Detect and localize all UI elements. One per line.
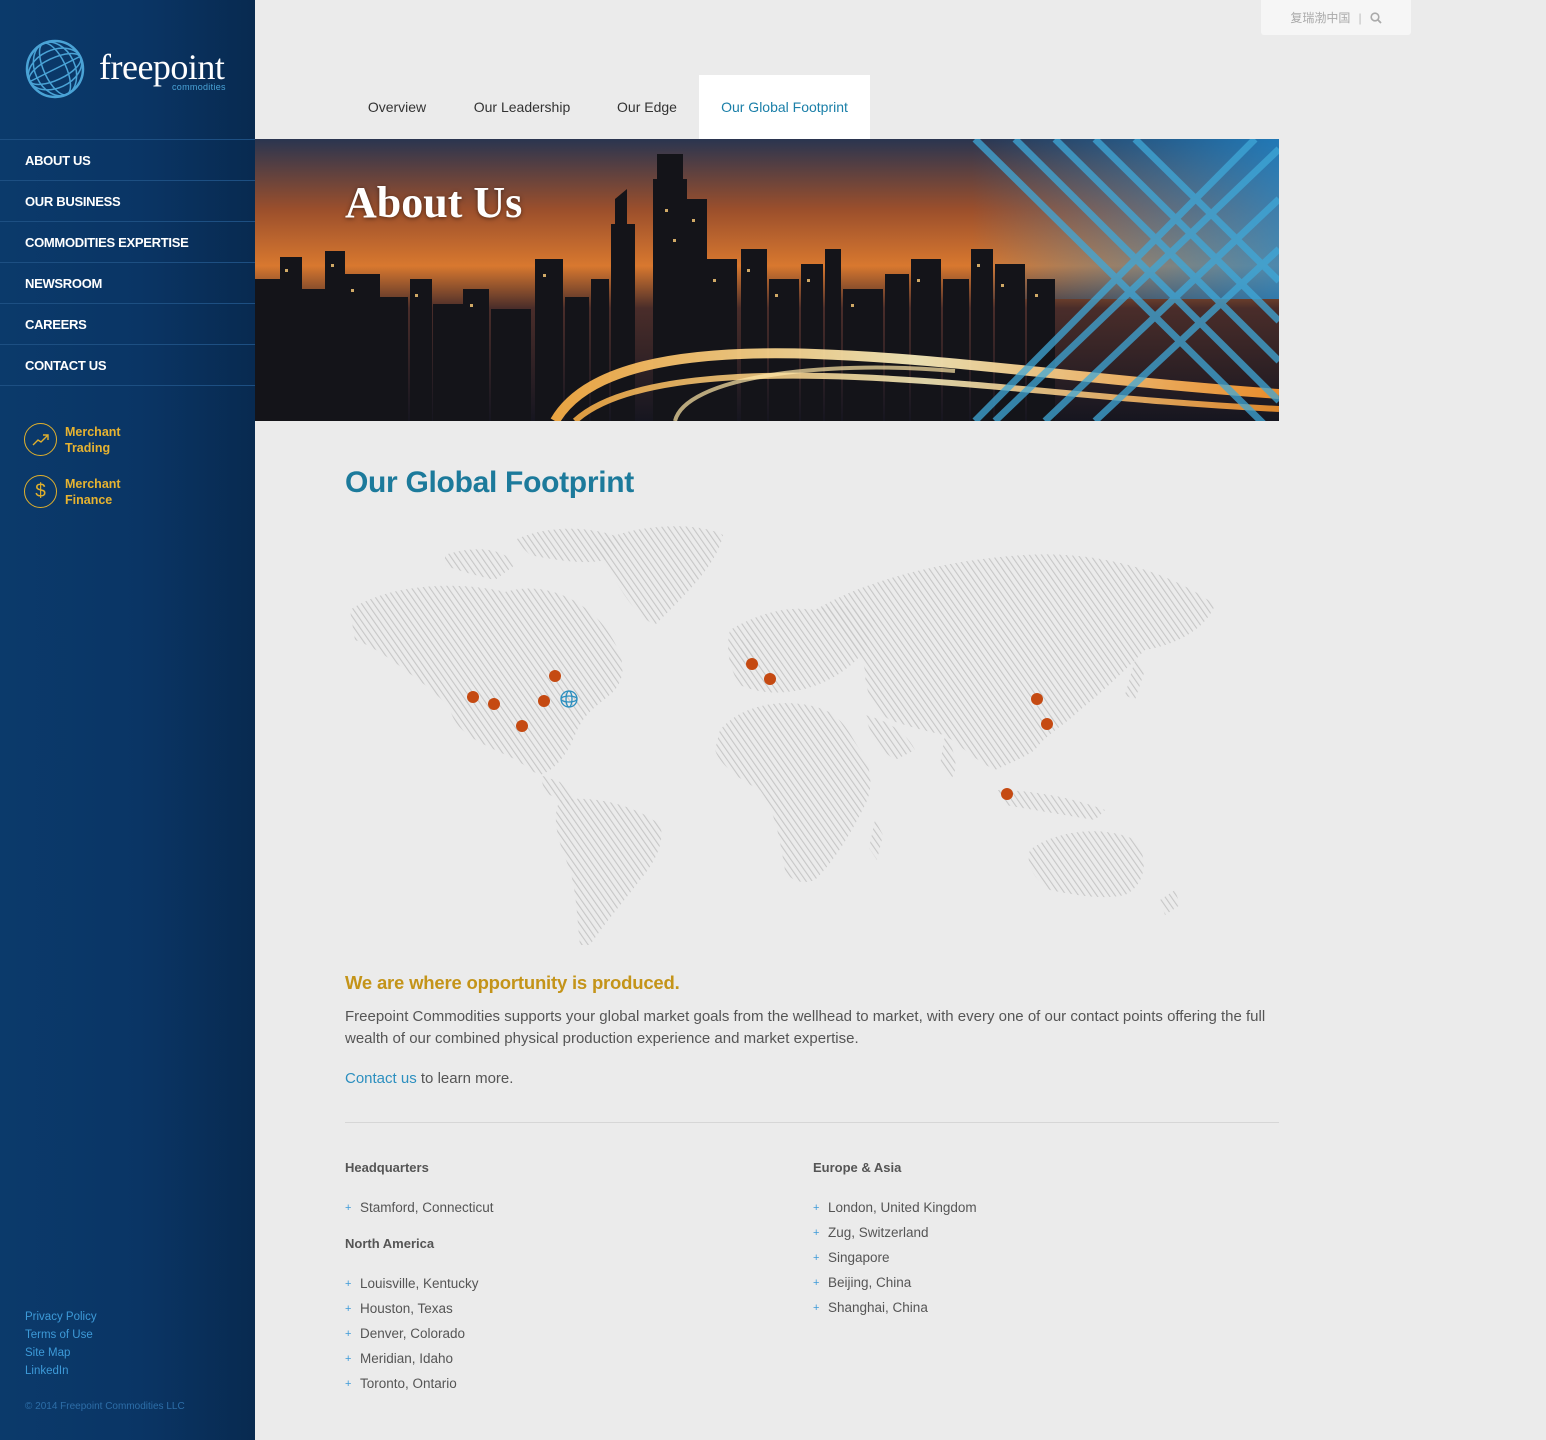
hero-banner: About Us [255, 139, 1279, 421]
tab-our-leadership[interactable]: Our Leadership [449, 75, 595, 139]
nav-careers[interactable]: CAREERS [0, 304, 255, 345]
merchant-finance-line1: Merchant [65, 476, 121, 491]
plus-icon: + [345, 1352, 352, 1365]
divider [345, 1122, 1279, 1123]
contact-us-link[interactable]: Contact us [345, 1070, 417, 1087]
plus-icon: + [345, 1201, 352, 1214]
freepoint-logo[interactable]: freepoint commodities [24, 38, 234, 102]
location-name: Zug, Switzerland [828, 1225, 929, 1240]
plus-icon: + [813, 1301, 820, 1314]
headquarters-heading: Headquarters [345, 1160, 429, 1175]
footer-links: Privacy Policy Terms of Use Site Map Lin… [25, 1308, 97, 1380]
main-nav: ABOUT US OUR BUSINESS COMMODITIES EXPERT… [0, 139, 255, 386]
merchant-trading-label: Merchant Trading [65, 424, 135, 456]
merchant-finance-label: Merchant Finance [65, 476, 135, 508]
location-name: Denver, Colorado [360, 1326, 466, 1341]
location-item: + Toronto, Ontario [345, 1371, 494, 1396]
location-item: + Denver, Colorado [345, 1321, 494, 1346]
plus-icon: + [345, 1327, 352, 1340]
plus-icon: + [813, 1276, 820, 1289]
location-item: + Zug, Switzerland [813, 1220, 977, 1245]
nav-newsroom[interactable]: NEWSROOM [0, 263, 255, 304]
privacy-policy-link[interactable]: Privacy Policy [25, 1308, 97, 1326]
merchant-trading-line1: Merchant [65, 424, 121, 439]
location-name: Shanghai, China [828, 1300, 928, 1315]
plus-icon: + [345, 1377, 352, 1390]
language-search-box: 复瑞渤中国 | [1261, 0, 1411, 35]
hero-title: About Us [345, 178, 523, 227]
plus-icon: + [813, 1226, 820, 1239]
location-name: London, United Kingdom [828, 1200, 977, 1215]
location-item: + Louisville, Kentucky [345, 1271, 494, 1296]
nav-about-us[interactable]: ABOUT US [0, 140, 255, 181]
merchant-trading-line2: Trading [65, 440, 111, 455]
location-name: Louisville, Kentucky [360, 1276, 479, 1291]
site-map-link[interactable]: Site Map [25, 1344, 97, 1362]
search-icon[interactable] [1369, 11, 1382, 24]
location-name: Beijing, China [828, 1275, 912, 1290]
location-name: Stamford, Connecticut [360, 1200, 494, 1215]
plus-icon: + [813, 1251, 820, 1264]
intro-paragraph: Freepoint Commodities supports your glob… [345, 1008, 1266, 1047]
location-name: Meridian, Idaho [360, 1351, 454, 1366]
europe-asia-heading: Europe & Asia [813, 1160, 902, 1175]
tab-overview[interactable]: Overview [345, 75, 449, 139]
location-item: + Shanghai, China [813, 1295, 977, 1320]
world-map [350, 526, 1215, 945]
merchant-trading-link[interactable]: Merchant Trading [24, 423, 135, 456]
location-name: Singapore [828, 1250, 890, 1265]
merchant-finance-line2: Finance [65, 492, 113, 507]
merchant-finance-link[interactable]: $ Merchant Finance [24, 475, 135, 508]
language-link[interactable]: 复瑞渤中国 [1290, 9, 1350, 26]
linkedin-link[interactable]: LinkedIn [25, 1362, 97, 1380]
trending-up-icon [24, 423, 57, 456]
location-item: + Houston, Texas [345, 1296, 494, 1321]
location-item: + Singapore [813, 1245, 977, 1270]
location-item: + London, United Kingdom [813, 1195, 977, 1220]
tab-our-edge[interactable]: Our Edge [595, 75, 699, 139]
plus-icon: + [345, 1302, 352, 1315]
nav-our-business[interactable]: OUR BUSINESS [0, 181, 255, 222]
location-item: + Beijing, China [813, 1270, 977, 1295]
nav-contact-us[interactable]: CONTACT US [0, 345, 255, 386]
location-name: Toronto, Ontario [360, 1376, 457, 1391]
location-item: + Stamford, Connecticut [345, 1195, 494, 1220]
dollar-icon: $ [24, 475, 57, 508]
nav-commodities-expertise[interactable]: COMMODITIES EXPERTISE [0, 222, 255, 263]
terms-of-use-link[interactable]: Terms of Use [25, 1326, 97, 1344]
sidebar: freepoint commodities ABOUT US OUR BUSIN… [0, 0, 255, 1440]
location-name: Houston, Texas [360, 1301, 453, 1316]
location-item: + Meridian, Idaho [345, 1346, 494, 1371]
tagline: We are where opportunity is produced. [345, 972, 680, 993]
plus-icon: + [345, 1277, 352, 1290]
separator: | [1358, 10, 1362, 25]
contact-rest: to learn more. [416, 1070, 514, 1087]
page-heading: Our Global Footprint [345, 466, 634, 499]
locations-left-column: Headquarters + Stamford, Connecticut Nort… [345, 1160, 494, 1396]
contact-line: Contact us to learn more. [345, 1070, 513, 1087]
sub-nav-tabs: Overview Our Leadership Our Edge Our Glo… [345, 75, 870, 139]
copyright: © 2014 Freepoint Commodities LLC [25, 1401, 185, 1412]
globe-logo-icon [25, 39, 85, 99]
logo-subtitle: commodities [172, 82, 226, 92]
plus-icon: + [813, 1201, 820, 1214]
locations-right-column: Europe & Asia + London, United Kingdom + Z… [813, 1160, 977, 1320]
tab-our-global-footprint[interactable]: Our Global Footprint [699, 75, 870, 139]
north-america-heading: North America [345, 1236, 435, 1251]
